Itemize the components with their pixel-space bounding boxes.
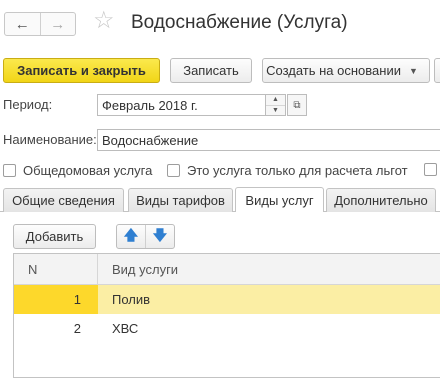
column-header-n[interactable]: N <box>14 254 98 285</box>
create-based-on-button[interactable]: Создать на основании ▼ <box>262 58 430 83</box>
arrow-right-icon: → <box>50 15 66 33</box>
more-button[interactable] <box>434 58 440 83</box>
period-label: Период: <box>3 97 53 112</box>
save-button[interactable]: Записать <box>170 58 252 83</box>
checkbox-benefit-calc-only-label: Это услуга только для расчета льгот <box>187 163 408 178</box>
table-header: N Вид услуги <box>14 254 440 285</box>
table-row[interactable]: 1 Полив <box>14 285 440 314</box>
checkbox-common-house[interactable]: Общедомовая услуга <box>3 163 152 178</box>
row-service: ХВС <box>112 321 139 336</box>
move-up-icon[interactable]: 🡅 <box>117 225 145 248</box>
back-button[interactable]: ← <box>5 13 40 35</box>
save-and-close-button[interactable]: Записать и закрыть <box>3 58 160 83</box>
reorder-buttons: 🡅 🡇 <box>116 224 175 249</box>
chevron-down-icon: ▼ <box>408 65 418 76</box>
add-button[interactable]: Добавить <box>13 224 96 249</box>
column-header-service[interactable]: Вид услуги <box>112 254 178 285</box>
stepper-up-icon[interactable]: ▲ <box>266 95 285 105</box>
period-field[interactable]: Февраль 2018 г. <box>97 94 266 116</box>
services-table: N Вид услуги 1 Полив 2 ХВС <box>13 253 440 378</box>
arrow-left-icon: ← <box>14 15 30 33</box>
period-stepper[interactable]: ▲ ▼ <box>265 94 286 116</box>
tab-service-types[interactable]: Виды услуг <box>235 187 324 212</box>
stepper-down-icon[interactable]: ▼ <box>266 104 285 116</box>
checkbox-box[interactable] <box>424 163 437 176</box>
row-number: 1 <box>73 292 81 307</box>
checkbox-benefit-calc-only[interactable]: Это услуга только для расчета льгот <box>167 163 408 178</box>
row-number: 2 <box>73 321 81 336</box>
name-field[interactable]: Водоснабжение <box>97 129 440 151</box>
name-label: Наименование: <box>3 132 97 147</box>
history-nav: ← → <box>4 12 76 36</box>
checkbox-common-house-label: Общедомовая услуга <box>23 163 153 178</box>
open-calendar-icon[interactable]: ⧉ <box>287 94 307 116</box>
tab-general[interactable]: Общие сведения <box>3 188 124 212</box>
checkbox-box[interactable] <box>167 164 180 177</box>
move-down-icon[interactable]: 🡇 <box>145 225 174 248</box>
row-service: Полив <box>112 292 151 307</box>
window-title: Водоснабжение (Услуга) <box>131 12 348 33</box>
favorite-star-icon[interactable]: ☆ <box>93 9 115 33</box>
tab-additional[interactable]: Дополнительно <box>326 188 436 212</box>
checkbox-box[interactable] <box>3 164 16 177</box>
table-row[interactable]: 2 ХВС <box>14 314 440 343</box>
create-based-on-label: Создать на основании <box>266 63 401 78</box>
checkbox-extra[interactable] <box>424 163 440 176</box>
tab-tariff-types[interactable]: Виды тарифов <box>128 188 233 212</box>
forward-button[interactable]: → <box>39 13 76 35</box>
